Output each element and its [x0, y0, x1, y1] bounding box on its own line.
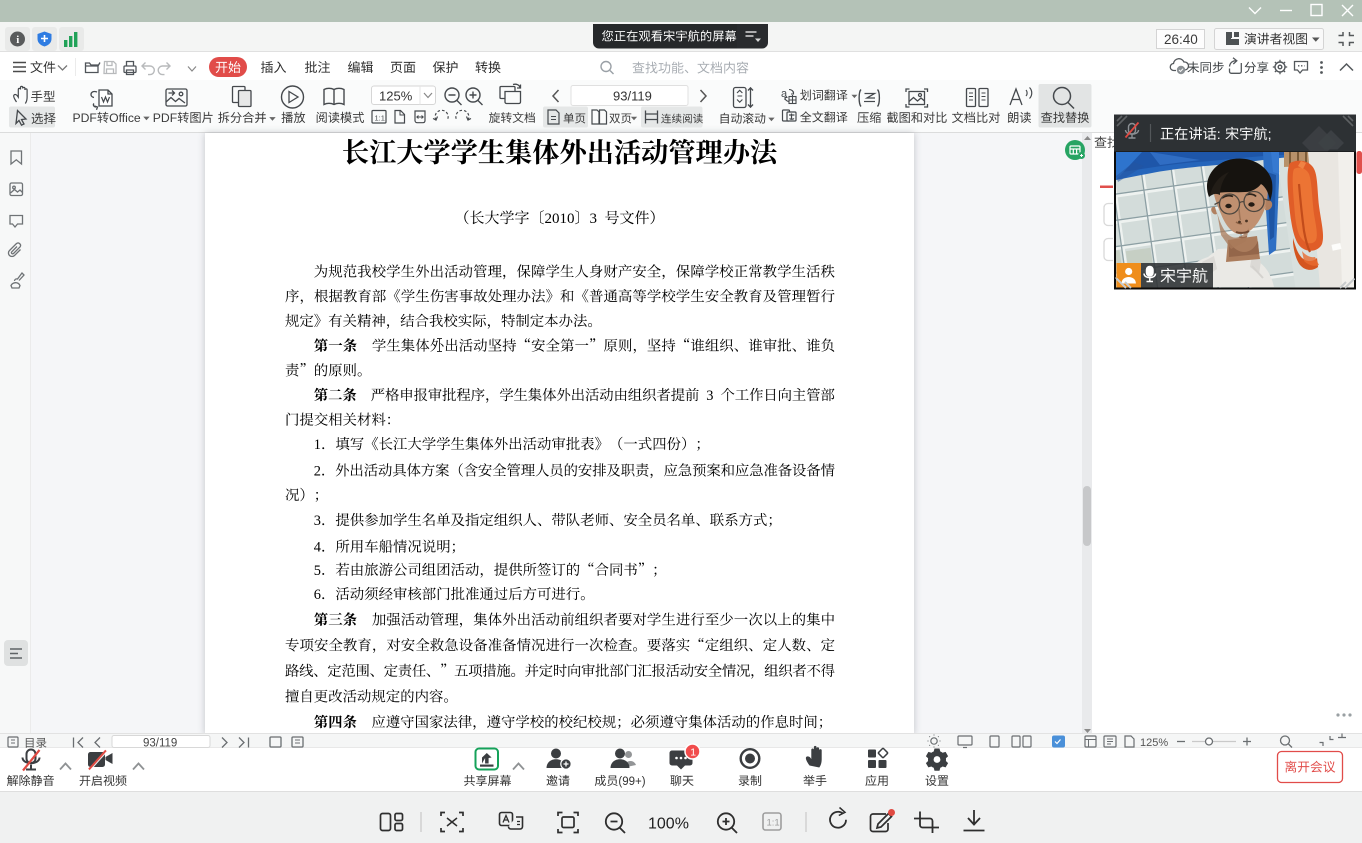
svg-text:(99+): (99+) [618, 776, 645, 788]
svg-text:1:1: 1:1 [375, 113, 385, 122]
svg-text:3: 3 [706, 388, 713, 404]
svg-text:PDF: PDF [73, 111, 97, 125]
svg-text:100%: 100% [648, 816, 689, 833]
svg-text:3: 3 [314, 513, 321, 529]
svg-text:1:1: 1:1 [767, 818, 780, 829]
svg-text:1: 1 [314, 437, 321, 453]
svg-text:125%: 125% [379, 89, 413, 104]
svg-text:2010: 2010 [545, 211, 575, 227]
svg-text:2: 2 [314, 463, 321, 479]
svg-text:93/119: 93/119 [143, 738, 177, 750]
svg-text:26:40: 26:40 [1164, 32, 1198, 47]
svg-text:125%: 125% [1140, 737, 1168, 749]
svg-text:93/119: 93/119 [613, 89, 652, 104]
svg-text::: : [1217, 127, 1221, 143]
svg-text:4: 4 [314, 540, 321, 556]
svg-text:i: i [16, 34, 19, 46]
svg-text:3: 3 [590, 211, 598, 227]
svg-text:5: 5 [314, 563, 321, 579]
svg-text:Office: Office [109, 111, 141, 125]
svg-text:;: ; [1268, 127, 1272, 143]
svg-text:1: 1 [690, 746, 696, 758]
svg-text:6: 6 [314, 587, 321, 603]
svg-text:PDF: PDF [153, 111, 177, 125]
